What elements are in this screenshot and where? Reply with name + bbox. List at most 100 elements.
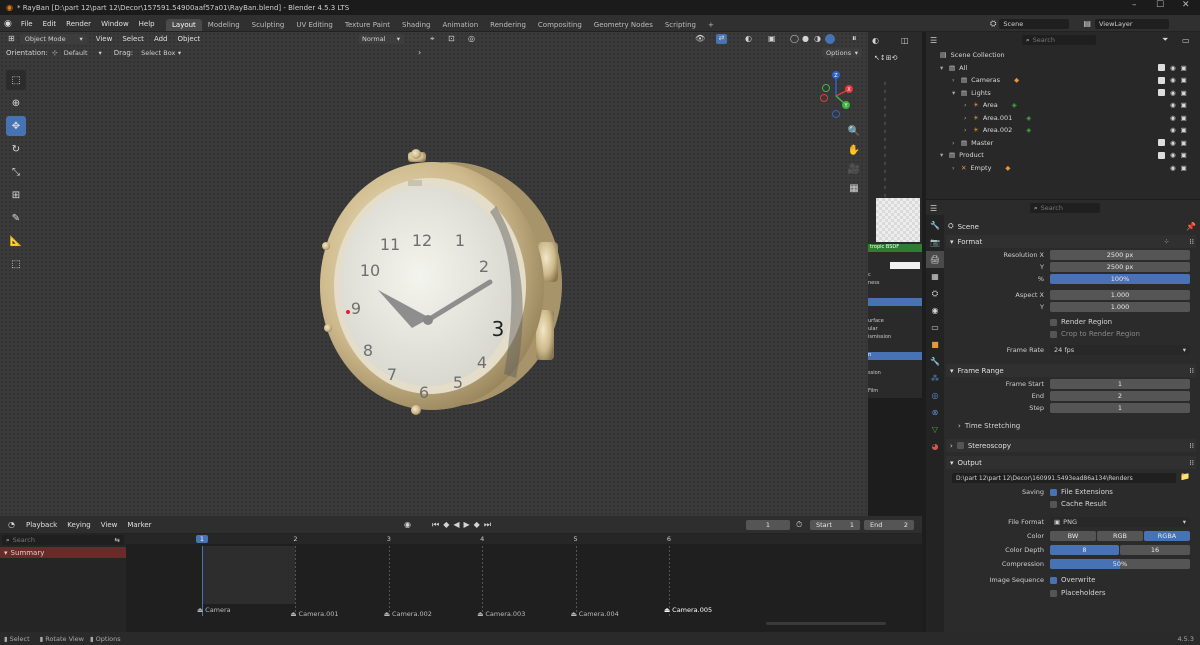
transform-icon[interactable]: ⊞ xyxy=(6,185,26,205)
color-bw-option[interactable]: BW xyxy=(1050,531,1096,541)
aspect-y-field[interactable]: 1.000 xyxy=(1050,302,1190,312)
move-icon[interactable]: ✥ xyxy=(6,116,26,136)
menu-timeline-view[interactable]: View xyxy=(96,521,123,529)
eye-icon[interactable]: ◉ xyxy=(1170,139,1176,147)
aspect-x-field[interactable]: 1.000 xyxy=(1050,290,1190,300)
render-camera-icon[interactable]: ▣ xyxy=(1181,101,1187,109)
data-tab-icon[interactable]: ▽ xyxy=(926,421,944,438)
menu-add[interactable]: Add xyxy=(149,35,173,43)
tab-geometry-nodes[interactable]: Geometry Nodes xyxy=(588,19,659,31)
overwrite-checkbox[interactable]: Overwrite xyxy=(1050,576,1095,584)
overlay-mini-icon[interactable]: ◫ xyxy=(901,36,909,45)
frame-rate-dropdown[interactable]: 24 fps ▾ xyxy=(1050,345,1190,355)
exclude-checkbox[interactable] xyxy=(1158,89,1165,97)
outliner-row[interactable]: › ☀ Area.001 ◈ ◉ ▣ xyxy=(926,112,1200,125)
properties-editor-icon[interactable]: ☰ xyxy=(930,204,937,213)
new-collection-icon[interactable]: ▭ xyxy=(1182,36,1190,45)
stereoscopy-panel-header[interactable]: › Stereoscopy ⁞⁞ xyxy=(946,439,1196,452)
material-tab-icon[interactable]: ◕ xyxy=(926,438,944,455)
color-rgb-option[interactable]: RGB xyxy=(1097,531,1143,541)
render-camera-icon[interactable]: ▣ xyxy=(1181,89,1187,97)
outliner-row[interactable]: ▾ ▤ All ◉ ▣ xyxy=(926,62,1200,75)
channel-search[interactable]: ⌕ Search ⇆ xyxy=(2,535,124,545)
node-slider[interactable] xyxy=(868,298,922,306)
record-icon[interactable]: ◉ xyxy=(404,520,411,529)
placeholders-checkbox[interactable]: Placeholders xyxy=(1050,589,1106,597)
view-layer-icon[interactable]: ▤ xyxy=(1083,19,1091,28)
menu-file[interactable]: File xyxy=(16,20,38,28)
crop-region-checkbox[interactable]: Crop to Render Region xyxy=(1050,330,1140,338)
output-path-field[interactable]: D:\part 12\part 12\Decor\160991.5493ead8… xyxy=(952,473,1176,483)
file-extensions-checkbox[interactable]: File Extensions xyxy=(1050,488,1113,496)
chevron-down-icon[interactable]: ▾ xyxy=(940,64,949,72)
mode-selector[interactable]: Object Mode ▾ xyxy=(20,33,87,44)
jump-start-icon[interactable]: ⏮ xyxy=(432,520,439,530)
outliner-row[interactable]: › ▤ Cameras ◆ ◉ ▣ xyxy=(926,74,1200,87)
camera-view-icon[interactable]: 🎥 xyxy=(846,160,862,179)
compression-slider[interactable]: 50% xyxy=(1050,559,1190,569)
exclude-checkbox[interactable] xyxy=(1158,139,1165,147)
camera-marker[interactable]: ⏏ Camera.004 xyxy=(571,610,619,618)
outliner-row[interactable]: › ☀ Area ◈ ◉ ▣ xyxy=(926,99,1200,112)
xray-icon[interactable]: ▣ xyxy=(768,34,776,43)
constraints-tab-icon[interactable]: ⊗ xyxy=(926,404,944,421)
camera-marker[interactable]: ⏏ Camera.001 xyxy=(290,610,338,618)
exclude-checkbox[interactable] xyxy=(1158,76,1165,84)
color-depth-16-option[interactable]: 16 xyxy=(1120,545,1190,555)
scale-icon[interactable]: ⤡ xyxy=(6,162,26,182)
outliner-row[interactable]: › ☀ Area.002 ◈ ◉ ▣ xyxy=(926,124,1200,137)
close-icon[interactable]: ✕ xyxy=(1182,0,1190,10)
shading-icon[interactable]: ◐ xyxy=(872,36,879,45)
modifier-tab-icon[interactable]: 🔧 xyxy=(926,353,944,370)
snap-icon[interactable]: ⌖ xyxy=(430,34,435,44)
checkbox[interactable] xyxy=(956,442,964,449)
tab-animation[interactable]: Animation xyxy=(436,19,484,31)
eye-icon[interactable]: ◉ xyxy=(1170,64,1176,72)
outliner-row[interactable]: ▾ ▤ Lights ◉ ▣ xyxy=(926,87,1200,100)
outliner-editor-icon[interactable]: ☰ xyxy=(930,36,937,45)
annotate-icon[interactable]: ✎ xyxy=(6,208,26,228)
drag-handle-icon[interactable]: ⁞⁞ xyxy=(1190,442,1194,450)
file-format-dropdown[interactable]: ▣ PNG ▾ xyxy=(1050,517,1190,527)
chevron-down-icon[interactable]: ▾ xyxy=(952,89,961,97)
eye-icon[interactable]: ◉ xyxy=(1170,89,1176,97)
solid-shading-icon[interactable]: ● xyxy=(802,34,809,43)
play-icon[interactable]: ▶ xyxy=(464,520,470,529)
timeline-area[interactable]: 1 2 3 4 5 6 ⏏ Camera ⏏ Camera.001 ⏏ Camera.002 ⏏ Came… xyxy=(126,534,922,632)
tab-rendering[interactable]: Rendering xyxy=(484,19,532,31)
tab-sculpting[interactable]: Sculpting xyxy=(246,19,291,31)
output-tab-icon[interactable]: 🖨 xyxy=(926,251,944,268)
orientation-dropdown[interactable]: Default ▾ xyxy=(60,48,106,58)
overlay-icon[interactable]: ◐ xyxy=(745,34,752,43)
drag-handle-icon[interactable]: ⁞⁞ xyxy=(1190,238,1194,246)
eye-icon[interactable]: ◉ xyxy=(1170,76,1176,84)
timeline-editor-icon[interactable]: ◔ xyxy=(8,520,15,529)
next-key-icon[interactable]: ◆ xyxy=(474,520,480,529)
scene-icon[interactable]: ⛭ xyxy=(990,19,996,29)
wireframe-shading-icon[interactable]: ◯ xyxy=(790,34,799,43)
drag-handle-icon[interactable]: ⁞⁞ xyxy=(1190,367,1194,375)
proportional-edit-icon[interactable]: ◎ xyxy=(468,34,475,43)
current-frame-field[interactable]: 1 xyxy=(746,519,790,530)
outliner-row[interactable]: ▾ ▤ Product ◉ ▣ xyxy=(926,149,1200,162)
frame-end-field[interactable]: 2 xyxy=(1050,391,1190,401)
pause-icon[interactable]: ⏸ xyxy=(852,34,857,44)
color-rgba-option[interactable]: RGBA xyxy=(1144,531,1190,541)
folder-icon[interactable]: 📁 xyxy=(1180,472,1190,481)
resolution-percent-field[interactable]: 100% xyxy=(1050,274,1190,284)
chevron-right-icon[interactable]: › xyxy=(952,164,961,172)
render-region-checkbox[interactable]: Render Region xyxy=(1050,318,1112,326)
minimize-icon[interactable]: – xyxy=(1132,0,1137,10)
horizontal-scrollbar[interactable] xyxy=(766,622,886,625)
menu-render[interactable]: Render xyxy=(61,20,96,28)
menu-keying[interactable]: Keying xyxy=(62,521,96,529)
prev-key-icon[interactable]: ◆ xyxy=(443,520,449,529)
tab-shading[interactable]: Shading xyxy=(396,19,436,31)
snap-target-icon[interactable]: ⊡ xyxy=(448,34,455,43)
tab-uv-editing[interactable]: UV Editing xyxy=(290,19,339,31)
material-shading-icon[interactable]: ◑ xyxy=(814,34,821,43)
chevron-right-icon[interactable]: › xyxy=(418,48,421,57)
render-camera-icon[interactable]: ▣ xyxy=(1181,76,1187,84)
jump-end-icon[interactable]: ⏭ xyxy=(484,520,491,530)
menu-marker[interactable]: Marker xyxy=(122,521,156,529)
